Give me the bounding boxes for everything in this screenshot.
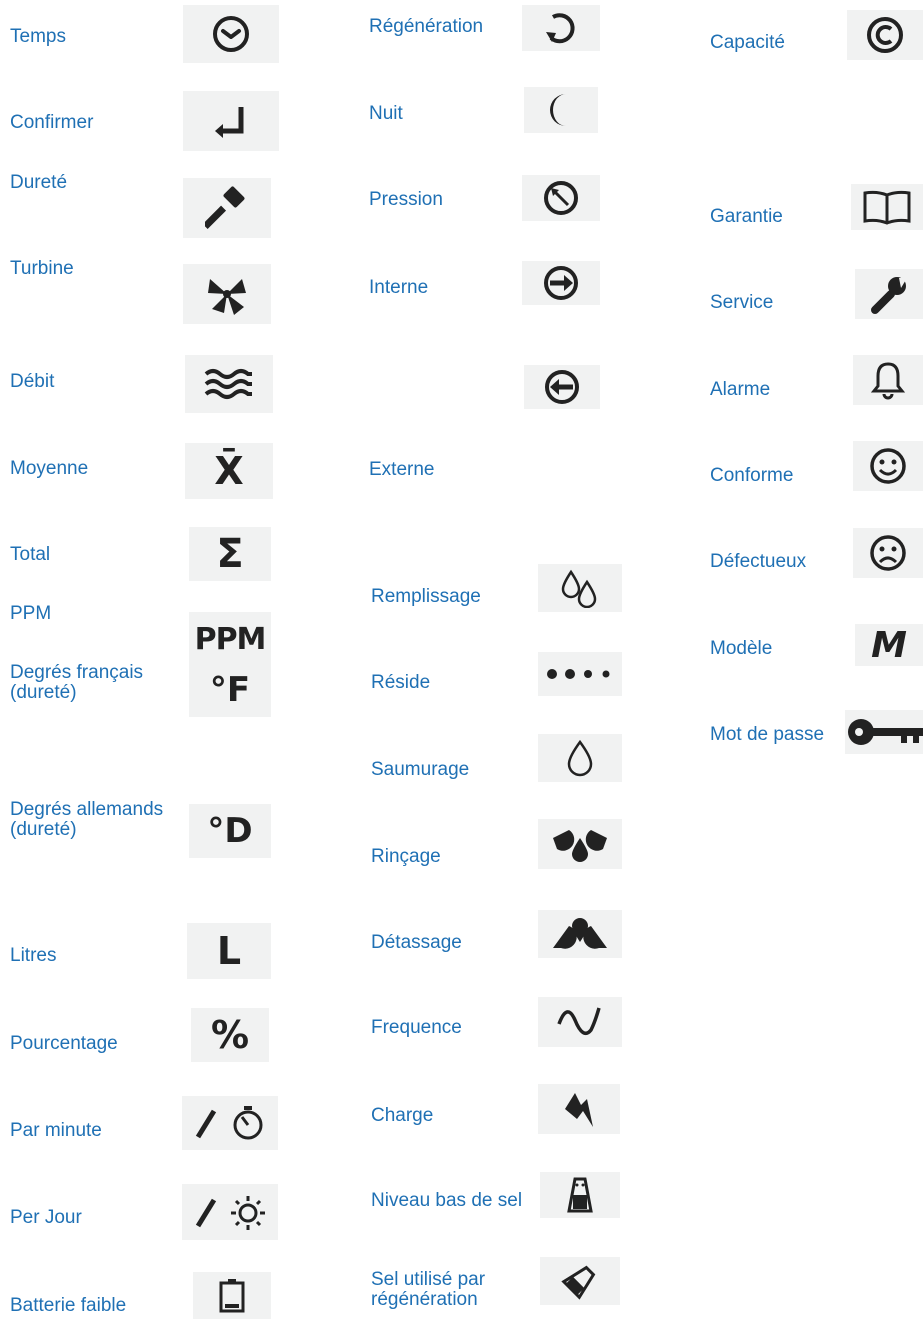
label-mot-de-passe: Mot de passe: [710, 724, 825, 745]
rinse-drops-icon: [538, 819, 622, 869]
waves-icon: [185, 355, 273, 413]
label-degres-fr-2: (dureté): [10, 682, 77, 703]
per-day-icon: [182, 1184, 278, 1240]
dots-icon: [538, 652, 622, 696]
hammer-icon: [183, 178, 271, 238]
label-degres-fr-1: Degrés français: [10, 662, 144, 683]
arrow-out-icon: [524, 365, 600, 409]
degree-d-icon: °D: [189, 804, 271, 858]
label-moyenne: Moyenne: [10, 458, 89, 479]
label-durete: Dureté: [10, 172, 68, 193]
label-confirmer: Confirmer: [10, 112, 94, 133]
drop-icon: [538, 734, 622, 782]
label-debit: Débit: [10, 371, 55, 392]
label-conforme: Conforme: [710, 465, 794, 486]
book-icon: [851, 184, 923, 230]
label-frequence: Frequence: [371, 1017, 462, 1038]
label-litres: Litres: [10, 945, 57, 966]
lightning-icon: [538, 1084, 620, 1134]
copyright-icon: [847, 10, 923, 60]
label-defectueux: Défectueux: [710, 551, 807, 572]
backwash-drops-icon: [538, 910, 622, 958]
label-degres-de-2: (dureté): [10, 819, 77, 840]
litre-icon: L: [187, 923, 271, 979]
clock-icon: [183, 5, 279, 63]
label-turbine: Turbine: [10, 258, 74, 279]
salt-pour-icon: [540, 1257, 620, 1305]
label-garantie: Garantie: [710, 206, 783, 227]
label-niveau-sel: Niveau bas de sel: [371, 1190, 523, 1211]
sine-icon: [538, 997, 622, 1047]
label-sel-utilise-2: régénération: [371, 1289, 478, 1310]
label-ppm: PPM: [10, 603, 52, 624]
wrench-icon: [855, 269, 923, 319]
label-regeneration: Régénération: [369, 16, 484, 37]
refresh-icon: [522, 5, 600, 51]
x-bar-icon: X̄: [185, 443, 273, 499]
label-externe: Externe: [369, 459, 435, 480]
label-capacite: Capacité: [710, 32, 785, 53]
label-detassage: Détassage: [371, 932, 462, 953]
moon-icon: [524, 87, 598, 133]
two-drops-icon: [538, 564, 622, 612]
label-temps: Temps: [10, 26, 66, 47]
label-modele: Modèle: [710, 638, 773, 659]
label-per-jour: Per Jour: [10, 1207, 82, 1228]
key-icon: [845, 710, 923, 754]
label-pression: Pression: [369, 189, 443, 210]
label-nuit: Nuit: [369, 103, 403, 124]
arrow-in-icon: [522, 261, 600, 305]
battery-low-icon: [193, 1272, 271, 1319]
percent-icon: %: [191, 1008, 269, 1062]
label-batterie: Batterie faible: [10, 1295, 127, 1316]
label-charge: Charge: [371, 1105, 434, 1126]
label-total: Total: [10, 544, 51, 565]
label-pourcentage: Pourcentage: [10, 1033, 118, 1054]
label-sel-utilise-1: Sel utilisé par: [371, 1269, 486, 1290]
label-alarme: Alarme: [710, 379, 771, 400]
degree-f-icon: °F: [189, 663, 271, 717]
frown-icon: [853, 528, 923, 578]
label-interne: Interne: [369, 277, 429, 298]
per-minute-icon: [182, 1096, 278, 1150]
label-degres-de-1: Degrés allemands: [10, 799, 164, 820]
salt-shaker-icon: [540, 1172, 620, 1218]
label-par-minute: Par minute: [10, 1120, 102, 1141]
bell-icon: [853, 355, 923, 405]
label-reside: Réside: [371, 672, 431, 693]
m-icon: M: [855, 624, 923, 666]
gauge-icon: [522, 175, 600, 221]
smile-icon: [853, 441, 923, 491]
ppm-icon: PPM: [189, 612, 271, 666]
enter-arrow-icon: [183, 91, 279, 151]
label-saumurage: Saumurage: [371, 759, 470, 780]
label-remplissage: Remplissage: [371, 586, 481, 607]
fan-icon: [183, 264, 271, 324]
sigma-icon: Σ: [189, 527, 271, 581]
label-rincage: Rinçage: [371, 846, 441, 867]
label-service: Service: [710, 292, 774, 313]
